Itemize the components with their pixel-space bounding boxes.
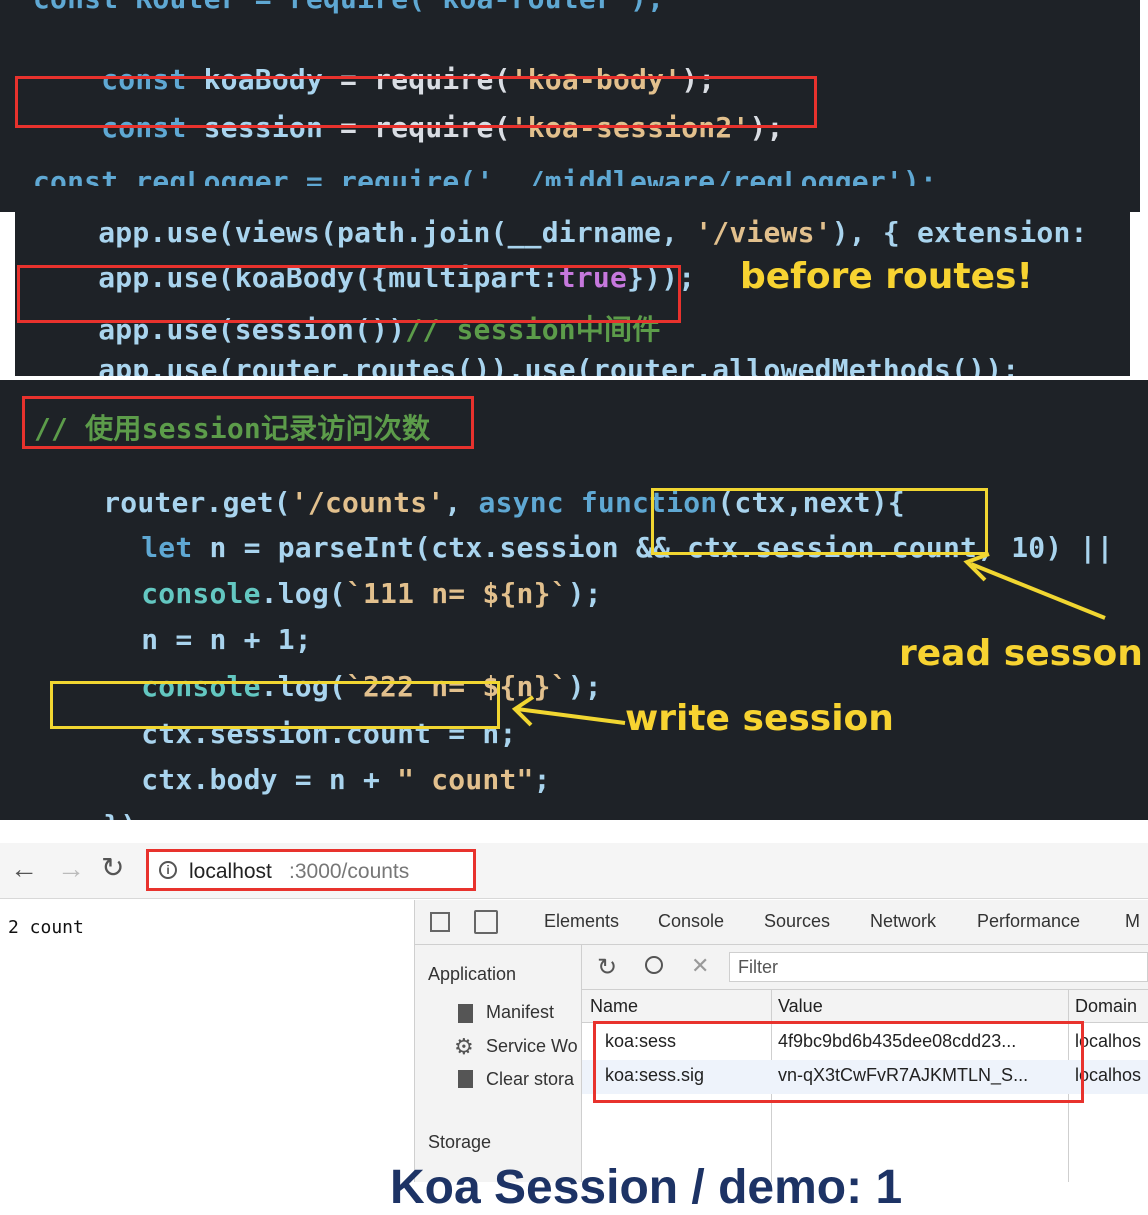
cookie-domain[interactable]: localhos [1075, 1031, 1141, 1052]
manifest-icon [458, 1004, 473, 1023]
highlight-session-require [15, 76, 817, 128]
read-arrow [963, 552, 1106, 620]
block-icon[interactable] [645, 956, 663, 974]
sidebar-item-manifest[interactable]: Manifest [486, 1002, 554, 1023]
code-line-router-routes: app.use(router.routes()).use(router.allo… [98, 353, 1020, 376]
sidebar-item-clear-storage[interactable]: Clear stora [486, 1069, 574, 1090]
read-session-note: read sesson [899, 633, 1143, 674]
url-path: :3000/counts [289, 860, 410, 883]
write-arrow [511, 695, 626, 727]
cookie-domain[interactable]: localhos [1075, 1065, 1141, 1086]
highlight-session-use [17, 265, 681, 323]
filter-placeholder: Filter [738, 957, 778, 977]
highlight-cookies [593, 1021, 1084, 1103]
address-bar[interactable]: i localhost :3000/counts [146, 849, 476, 891]
cookie-table-header [582, 990, 1148, 1023]
back-icon[interactable]: ← [10, 853, 38, 885]
header-domain[interactable]: Domain [1075, 996, 1137, 1017]
sidebar-item-service-workers[interactable]: Service Wo [486, 1036, 578, 1057]
slide-footer-text: Koa Session / demo: 1 [390, 1161, 903, 1214]
inspect-icon[interactable] [430, 912, 450, 932]
tab-sources[interactable]: Sources [764, 911, 830, 932]
header-value[interactable]: Value [778, 996, 823, 1017]
clear-icon[interactable]: ✕ [691, 953, 709, 979]
code-line-ctx-body: ctx.body = n + " count"; [141, 763, 551, 796]
before-routes-note: before routes! [740, 256, 1033, 297]
highlight-comment [22, 396, 474, 449]
trash-icon [458, 1070, 473, 1088]
code-line-router: const Router = require('koa-router'); [33, 0, 664, 15]
device-icon[interactable] [474, 910, 498, 934]
highlight-write-count [50, 681, 500, 729]
code-panel-route: // 使用session记录访问次数 router.get('/counts',… [0, 380, 1148, 820]
forward-icon[interactable]: → [57, 853, 85, 885]
tab-elements[interactable]: Elements [544, 911, 619, 932]
code-panel-imports: const Router = require('koa-router'); co… [0, 0, 1140, 212]
code-line-close: }) [35, 776, 137, 820]
filter-input[interactable]: Filter [729, 952, 1148, 982]
sidebar-heading-application: Application [428, 964, 517, 984]
write-session-note: write session [625, 698, 894, 739]
highlight-read-count [651, 488, 988, 555]
tab-more[interactable]: M [1125, 911, 1140, 932]
tab-network[interactable]: Network [870, 911, 936, 932]
refresh-icon[interactable]: ↻ [597, 953, 617, 982]
page-body-text: 2 count [8, 917, 84, 938]
code-panel-middleware: app.use(views(path.join(__dirname, '/vie… [15, 186, 1130, 376]
gear-icon: ⚙ [454, 1034, 474, 1059]
reload-icon[interactable]: ↻ [101, 851, 124, 884]
tab-performance[interactable]: Performance [977, 911, 1080, 932]
url-host: localhost [189, 860, 272, 883]
header-name[interactable]: Name [590, 996, 638, 1017]
sidebar-heading-storage: Storage [428, 1132, 492, 1152]
tab-console[interactable]: Console [658, 911, 724, 932]
info-icon: i [159, 861, 177, 879]
